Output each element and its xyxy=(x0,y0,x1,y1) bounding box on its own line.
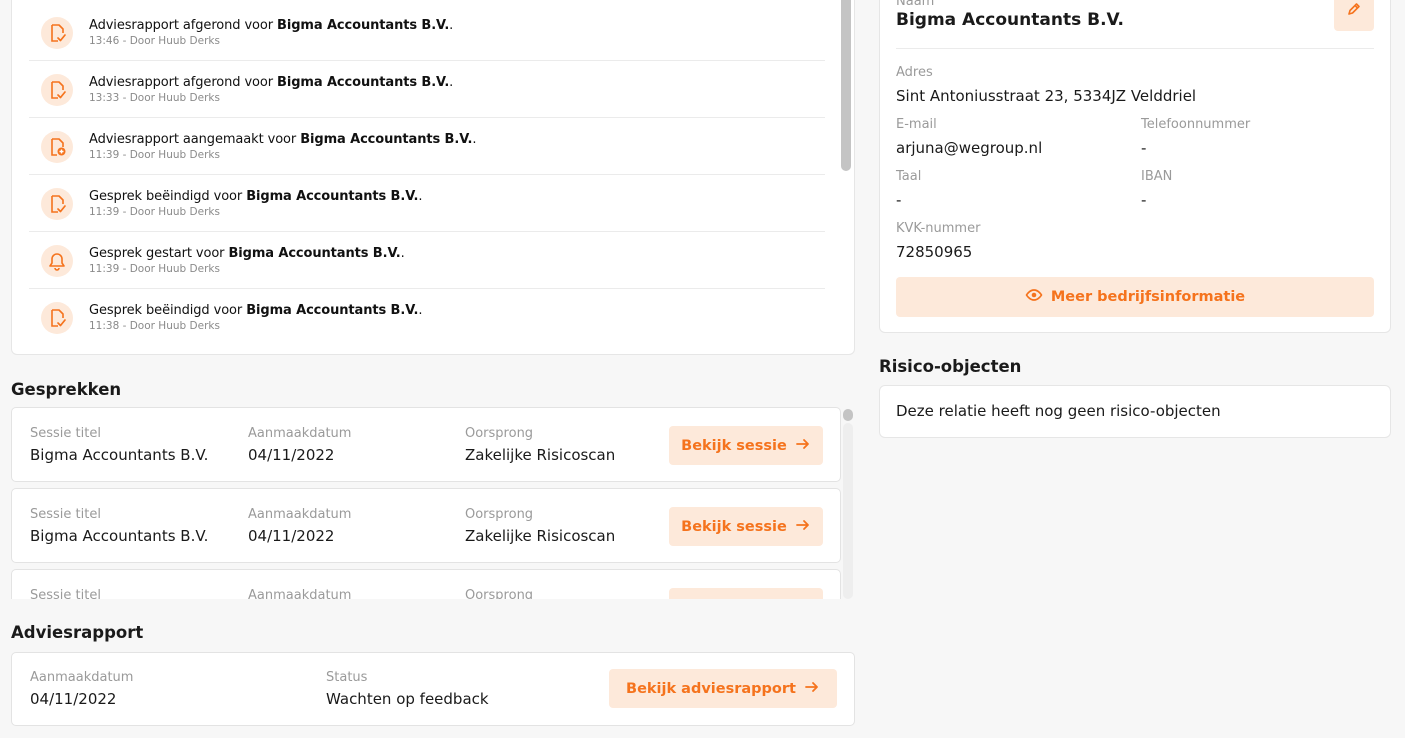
session-origin-label: Oorsprong xyxy=(465,507,534,522)
session-card: Sessie titel Bigma Accountants B.V. Aanm… xyxy=(11,407,841,482)
adviesrapport-card: Aanmaakdatum 04/11/2022 Status Wachten o… xyxy=(11,652,855,726)
activity-item: Gesprek beëindigd voor Bigma Accountants… xyxy=(29,289,825,346)
activity-item: Adviesrapport aangemaakt voor Bigma Acco… xyxy=(29,118,825,175)
activity-text: Adviesrapport aangemaakt voor Bigma Acco… xyxy=(89,132,477,147)
session-date-value: 04/11/2022 xyxy=(248,527,335,545)
session-title-value: Bigma Accountants B.V. xyxy=(30,446,209,464)
arrow-right-icon xyxy=(795,436,811,456)
session-card: Sessie titel Bigma Accountants B.V. Aanm… xyxy=(11,488,841,563)
risico-empty-text: Deze relatie heeft nog geen risico-objec… xyxy=(896,402,1221,420)
activity-item: Gesprek beëindigd voor Bigma Accountants… xyxy=(29,175,825,232)
bell-icon xyxy=(41,245,73,277)
kvk-value: 72850965 xyxy=(896,243,973,261)
session-date-label: Aanmaakdatum xyxy=(248,588,352,599)
activity-item: Adviesrapport afgerond voor Bigma Accoun… xyxy=(29,61,825,118)
document-check-icon xyxy=(41,17,73,49)
activity-meta: 11:38 - Door Huub Derks xyxy=(89,320,220,332)
gesprekken-title: Gesprekken xyxy=(11,380,122,399)
document-check-icon xyxy=(41,188,73,220)
session-origin-label: Oorsprong xyxy=(465,588,534,599)
activity-meta: 11:39 - Door Huub Derks xyxy=(89,149,220,161)
iban-label: IBAN xyxy=(1141,169,1173,184)
view-adviesrapport-label: Bekijk adviesrapport xyxy=(626,680,796,697)
document-add-icon xyxy=(41,131,73,163)
session-title-label: Sessie titel xyxy=(30,507,101,522)
session-date-value: 04/11/2022 xyxy=(248,446,335,464)
kvk-label: KVK-nummer xyxy=(896,221,981,236)
arrow-right-icon xyxy=(804,679,820,699)
email-value: arjuna@wegroup.nl xyxy=(896,139,1043,157)
session-date-label: Aanmaakdatum xyxy=(248,426,352,441)
activity-meta: 11:39 - Door Huub Derks xyxy=(89,263,220,275)
session-title-label: Sessie titel xyxy=(30,426,101,441)
sessions-scrollbar-thumb[interactable] xyxy=(843,409,853,421)
session-origin-label: Oorsprong xyxy=(465,426,534,441)
activity-item: Adviesrapport afgerond voor Bigma Accoun… xyxy=(29,4,825,61)
edit-company-button[interactable] xyxy=(1334,0,1374,31)
advies-date-label: Aanmaakdatum xyxy=(30,670,134,685)
advies-status-value: Wachten op feedback xyxy=(326,690,489,708)
arrow-right-icon xyxy=(795,517,811,537)
activity-text: Adviesrapport afgerond voor Bigma Accoun… xyxy=(89,18,454,33)
activity-text: Adviesrapport afgerond voor Bigma Accoun… xyxy=(89,75,454,90)
sessions-list: Sessie titel Bigma Accountants B.V. Aanm… xyxy=(11,407,855,599)
activity-meta: 13:33 - Door Huub Derks xyxy=(89,92,220,104)
company-name: Bigma Accountants B.V. xyxy=(896,10,1124,30)
language-label: Taal xyxy=(896,169,922,184)
risico-title: Risico-objecten xyxy=(879,357,1022,376)
activity-timeline: Adviesrapport afgerond voor Bigma Accoun… xyxy=(11,0,855,355)
view-session-label: Bekijk sessie xyxy=(681,518,787,535)
session-origin-value: Zakelijke Risicoscan xyxy=(465,446,616,464)
document-check-icon xyxy=(41,302,73,334)
company-name-label: Naam xyxy=(896,0,935,9)
view-session-button[interactable]: Bekijk sessie xyxy=(669,426,823,465)
company-info-card: Naam Bigma Accountants B.V. Adres Sint A… xyxy=(879,0,1391,333)
more-company-info-label: Meer bedrijfsinformatie xyxy=(1050,289,1246,305)
activity-item: Gesprek gestart voor Bigma Accountants B… xyxy=(29,232,825,289)
session-date-label: Aanmaakdatum xyxy=(248,507,352,522)
activity-meta: 11:39 - Door Huub Derks xyxy=(89,206,220,218)
pencil-icon xyxy=(1346,1,1362,21)
session-origin-value: Zakelijke Risicoscan xyxy=(465,527,616,545)
advies-date-value: 04/11/2022 xyxy=(30,690,117,708)
session-title-value: Bigma Accountants B.V. xyxy=(30,527,209,545)
session-title-label: Sessie titel xyxy=(30,588,101,599)
activity-text: Gesprek gestart voor Bigma Accountants B… xyxy=(89,246,405,261)
phone-label: Telefoonnummer xyxy=(1141,117,1251,132)
session-card: Sessie titel Aanmaakdatum Oorsprong xyxy=(11,569,841,599)
advies-status-label: Status xyxy=(326,670,368,685)
email-label: E-mail xyxy=(896,117,937,132)
view-session-label: Bekijk sessie xyxy=(681,437,787,454)
activity-text: Gesprek beëindigd voor Bigma Accountants… xyxy=(89,303,423,318)
iban-value: - xyxy=(1141,191,1147,209)
divider xyxy=(896,48,1374,49)
view-session-button[interactable]: Bekijk sessie xyxy=(669,507,823,546)
activity-meta: 13:46 - Door Huub Derks xyxy=(89,35,220,47)
eye-icon xyxy=(1025,286,1043,308)
address-label: Adres xyxy=(896,65,933,80)
more-company-info-button[interactable]: Meer bedrijfsinformatie xyxy=(896,277,1374,317)
address-value: Sint Antoniusstraat 23, 5334JZ Velddriel xyxy=(896,87,1197,105)
activity-scrollbar[interactable] xyxy=(841,0,851,171)
language-value: - xyxy=(896,191,902,209)
view-adviesrapport-button[interactable]: Bekijk adviesrapport xyxy=(609,669,837,708)
view-session-button[interactable] xyxy=(669,588,823,599)
adviesrapport-title: Adviesrapport xyxy=(11,623,144,642)
risico-objecten-card: Deze relatie heeft nog geen risico-objec… xyxy=(879,385,1391,438)
activity-text: Gesprek beëindigd voor Bigma Accountants… xyxy=(89,189,423,204)
sessions-scrollbar-track[interactable] xyxy=(843,423,853,599)
document-check-icon xyxy=(41,74,73,106)
phone-value: - xyxy=(1141,139,1147,157)
